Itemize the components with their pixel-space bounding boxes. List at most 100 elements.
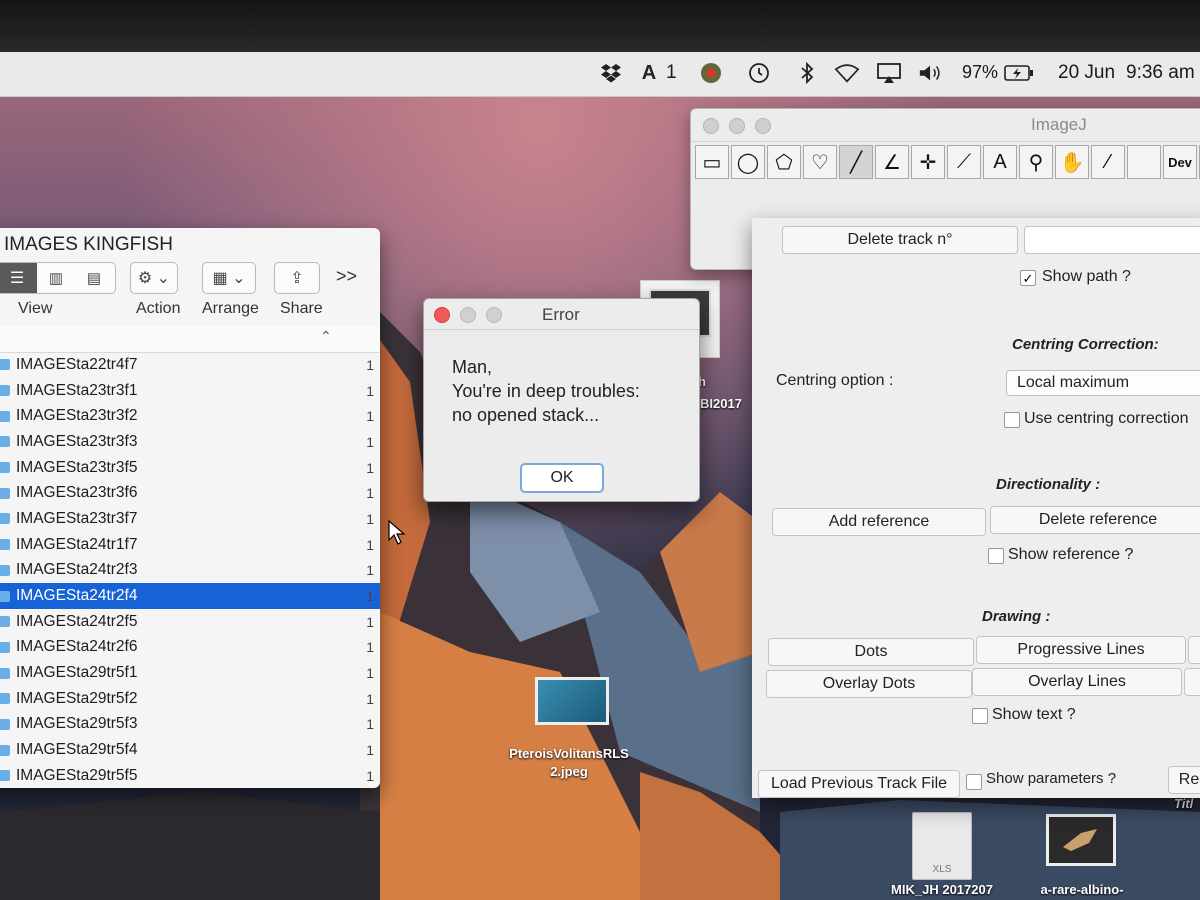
- re-button[interactable]: Re: [1168, 766, 1200, 794]
- view-mode-segmented[interactable]: ☰ ▥ ▤: [0, 262, 116, 294]
- centring-option-label: Centring option :: [776, 372, 894, 389]
- centring-option-select[interactable]: Local maximum: [1006, 370, 1200, 396]
- battery-icon[interactable]: [1004, 61, 1034, 85]
- colorful-app-icon[interactable]: [698, 61, 724, 85]
- folder-icon: [0, 718, 10, 730]
- list-item[interactable]: IMAGESta23tr3f2 1: [0, 403, 380, 429]
- wand-tool-icon[interactable]: ⟋: [947, 145, 981, 179]
- folder-icon: [0, 667, 10, 679]
- cover-flow-icon[interactable]: ▤: [75, 269, 113, 287]
- minimize-icon[interactable]: [729, 118, 745, 134]
- wifi-icon[interactable]: [834, 61, 860, 85]
- list-item[interactable]: IMAGESta24tr2f6 1: [0, 635, 380, 661]
- list-item[interactable]: IMAGESta22tr4f7 1: [0, 352, 380, 378]
- error-dialog-title: Error: [542, 305, 580, 324]
- list-item[interactable]: IMAGESta29tr5f5 1: [0, 763, 380, 788]
- extra-button-2[interactable]: [1184, 668, 1200, 696]
- airplay-icon[interactable]: [876, 61, 902, 85]
- finder-title: IMAGES KINGFISH: [4, 234, 173, 255]
- column-view-icon[interactable]: ▥: [37, 269, 75, 287]
- list-item[interactable]: IMAGESta23tr3f3 1: [0, 429, 380, 455]
- file-size: 1: [366, 408, 374, 425]
- list-item[interactable]: IMAGESta29tr5f3 1: [0, 712, 380, 738]
- dropbox-icon[interactable]: [598, 61, 624, 85]
- folder-icon: [0, 410, 10, 422]
- list-item[interactable]: IMAGESta24tr2f5 1: [0, 609, 380, 635]
- hand-tool-icon[interactable]: ✋: [1055, 145, 1089, 179]
- finder-column-header[interactable]: ⌃: [0, 326, 380, 353]
- more-chevron-icon[interactable]: >>: [336, 266, 357, 287]
- error-message-line2: You're in deep troubles:: [452, 381, 640, 401]
- show-text-checkbox[interactable]: [972, 708, 988, 724]
- file-size: 1: [366, 382, 374, 399]
- overlay-dots-button[interactable]: Overlay Dots: [766, 670, 972, 698]
- list-item[interactable]: IMAGESta23tr3f5 1: [0, 455, 380, 481]
- use-centring-checkbox[interactable]: [1004, 412, 1020, 428]
- show-reference-label: Show reference ?: [1008, 546, 1134, 563]
- angle-tool-icon[interactable]: ∠: [875, 145, 909, 179]
- ok-button[interactable]: OK: [520, 463, 604, 493]
- file-name: IMAGESta23tr3f2: [16, 407, 138, 425]
- line-tool-icon[interactable]: ╱: [839, 145, 873, 179]
- list-item[interactable]: IMAGESta23tr3f7 1: [0, 506, 380, 532]
- zoom-icon[interactable]: [755, 118, 771, 134]
- freehand-tool-icon[interactable]: ♡: [803, 145, 837, 179]
- extra-button-1[interactable]: [1188, 636, 1200, 664]
- xls-file-icon[interactable]: XLS: [912, 812, 972, 880]
- show-reference-checkbox[interactable]: [988, 548, 1004, 564]
- polygon-tool-icon[interactable]: ⬠: [767, 145, 801, 179]
- finder-file-list: IMAGESta22tr4f7 1 IMAGESta23tr3f1 1 IMAGESta…: [0, 352, 380, 788]
- rectangle-tool-icon[interactable]: ▭: [695, 145, 729, 179]
- list-view-icon[interactable]: ☰: [0, 263, 37, 293]
- dev-tool-icon[interactable]: Dev: [1163, 145, 1197, 179]
- point-tool-icon[interactable]: ✛: [911, 145, 945, 179]
- albino-image-thumbnail[interactable]: [1046, 814, 1116, 866]
- load-previous-track-button[interactable]: Load Previous Track File: [758, 770, 960, 798]
- pterois-image-thumbnail[interactable]: [535, 677, 609, 725]
- file-size: 1: [366, 613, 374, 630]
- menubar-time[interactable]: 9:36 am: [1126, 62, 1195, 84]
- list-item[interactable]: IMAGESta23tr3f6 1: [0, 480, 380, 506]
- list-item[interactable]: IMAGESta29tr5f2 1: [0, 686, 380, 712]
- time-machine-icon[interactable]: [746, 61, 772, 85]
- dropper-tool-icon[interactable]: ⁄: [1091, 145, 1125, 179]
- sort-ascending-icon[interactable]: ⌃: [320, 328, 332, 345]
- file-size: 1: [366, 742, 374, 759]
- finder-window: IMAGES KINGFISH ☰ ▥ ▤ ⚙ ⌄ ▦ ⌄ ⇪ >> View …: [0, 228, 380, 788]
- add-reference-button[interactable]: Add reference: [772, 508, 986, 536]
- list-item[interactable]: IMAGESta24tr2f3 1: [0, 558, 380, 584]
- text-tool-icon[interactable]: A: [983, 145, 1017, 179]
- show-parameters-checkbox[interactable]: [966, 774, 982, 790]
- albino-label: a-rare-albino-: [1040, 882, 1124, 897]
- share-button[interactable]: ⇪: [274, 262, 320, 294]
- list-item[interactable]: IMAGESta23tr3f1 1: [0, 378, 380, 404]
- overlay-lines-button[interactable]: Overlay Lines: [972, 668, 1182, 696]
- file-name: IMAGESta29tr5f1: [16, 664, 138, 682]
- progressive-lines-button[interactable]: Progressive Lines: [976, 636, 1186, 664]
- adobe-icon[interactable]: A: [636, 61, 662, 85]
- bluetooth-icon[interactable]: [794, 61, 820, 85]
- delete-track-button[interactable]: Delete track n°: [782, 226, 1018, 254]
- action-button[interactable]: ⚙ ⌄: [130, 262, 178, 294]
- close-icon[interactable]: [434, 307, 450, 323]
- arrange-button[interactable]: ▦ ⌄: [202, 262, 256, 294]
- menubar-date[interactable]: 20 Jun: [1058, 62, 1115, 84]
- list-item[interactable]: IMAGESta24tr2f4 1: [0, 583, 380, 609]
- dots-button[interactable]: Dots: [768, 638, 974, 666]
- list-item[interactable]: IMAGESta29tr5f1 1: [0, 660, 380, 686]
- folder-icon: [0, 693, 10, 705]
- volume-icon[interactable]: [918, 61, 944, 85]
- oval-tool-icon[interactable]: ◯: [731, 145, 765, 179]
- close-icon[interactable]: [703, 118, 719, 134]
- file-name: IMAGESta22tr4f7: [16, 355, 138, 373]
- list-item[interactable]: IMAGESta29tr5f4 1: [0, 737, 380, 763]
- delete-reference-button[interactable]: Delete reference: [990, 506, 1200, 534]
- folder-icon: [0, 487, 10, 499]
- show-path-checkbox[interactable]: ✓: [1020, 270, 1036, 286]
- desktop: A 1 97% 20 Jun 9:36 am h BI2017 PteroisV…: [0, 52, 1200, 900]
- list-item[interactable]: IMAGESta24tr1f7 1: [0, 532, 380, 558]
- error-dialog-titlebar: Error: [424, 299, 699, 330]
- blank-tool-icon[interactable]: [1127, 145, 1161, 179]
- magnifier-tool-icon[interactable]: ⚲: [1019, 145, 1053, 179]
- track-number-field[interactable]: [1024, 226, 1200, 254]
